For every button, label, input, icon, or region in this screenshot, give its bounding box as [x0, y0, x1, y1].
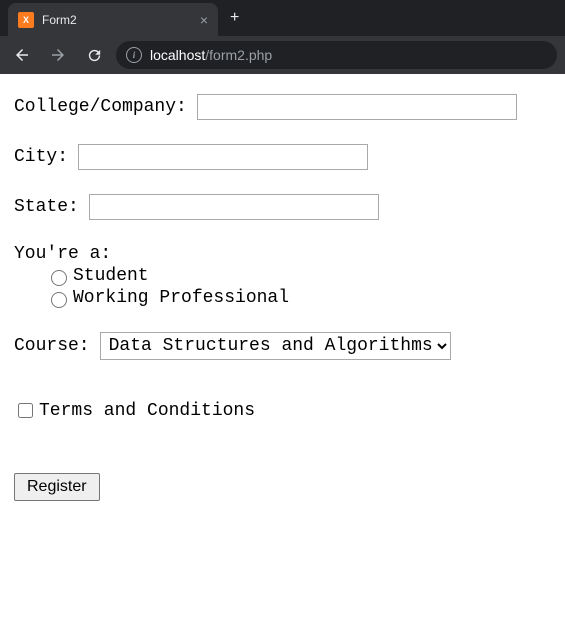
new-tab-button[interactable]: +	[230, 9, 239, 27]
tab-title: Form2	[42, 13, 200, 27]
working-radio-label: Working Professional	[73, 288, 289, 308]
xampp-favicon-icon: X	[18, 12, 34, 28]
site-info-icon[interactable]: i	[126, 47, 142, 63]
browser-chrome: X Form2 × + i localhost/form2.php	[0, 0, 565, 74]
tab-bar: X Form2 × +	[0, 0, 565, 36]
college-field-row: College/Company:	[14, 94, 551, 120]
state-input[interactable]	[89, 194, 379, 220]
city-field-row: City:	[14, 144, 551, 170]
url-path: /form2.php	[205, 47, 272, 63]
student-radio-label: Student	[73, 266, 149, 286]
role-option-working: Working Professional	[46, 288, 551, 308]
working-radio[interactable]	[51, 292, 67, 308]
reload-button[interactable]	[80, 41, 108, 69]
back-button[interactable]	[8, 41, 36, 69]
url-host: localhost	[150, 47, 205, 63]
toolbar: i localhost/form2.php	[0, 36, 565, 74]
browser-tab[interactable]: X Form2 ×	[8, 3, 218, 37]
state-label: State:	[14, 197, 79, 217]
arrow-right-icon	[49, 46, 67, 64]
city-label: City:	[14, 147, 68, 167]
terms-label: Terms and Conditions	[39, 401, 255, 421]
close-tab-icon[interactable]: ×	[200, 12, 208, 28]
page-content: College/Company: City: State: You're a: …	[0, 74, 565, 521]
state-field-row: State:	[14, 194, 551, 220]
role-option-student: Student	[46, 266, 551, 286]
arrow-left-icon	[13, 46, 31, 64]
role-label: You're a:	[14, 244, 551, 264]
course-label: Course:	[14, 336, 90, 356]
course-select[interactable]: Data Structures and Algorithms	[100, 332, 451, 360]
student-radio[interactable]	[51, 270, 67, 286]
college-label: College/Company:	[14, 97, 187, 117]
course-field-row: Course: Data Structures and Algorithms	[14, 332, 551, 360]
role-radio-group: You're a: Student Working Professional	[14, 244, 551, 308]
forward-button[interactable]	[44, 41, 72, 69]
terms-row: Terms and Conditions	[14, 400, 551, 421]
college-input[interactable]	[197, 94, 517, 120]
reload-icon	[86, 47, 103, 64]
address-bar[interactable]: i localhost/form2.php	[116, 41, 557, 69]
city-input[interactable]	[78, 144, 368, 170]
url-text: localhost/form2.php	[150, 47, 272, 63]
register-button[interactable]: Register	[14, 473, 100, 501]
terms-checkbox[interactable]	[18, 403, 33, 418]
